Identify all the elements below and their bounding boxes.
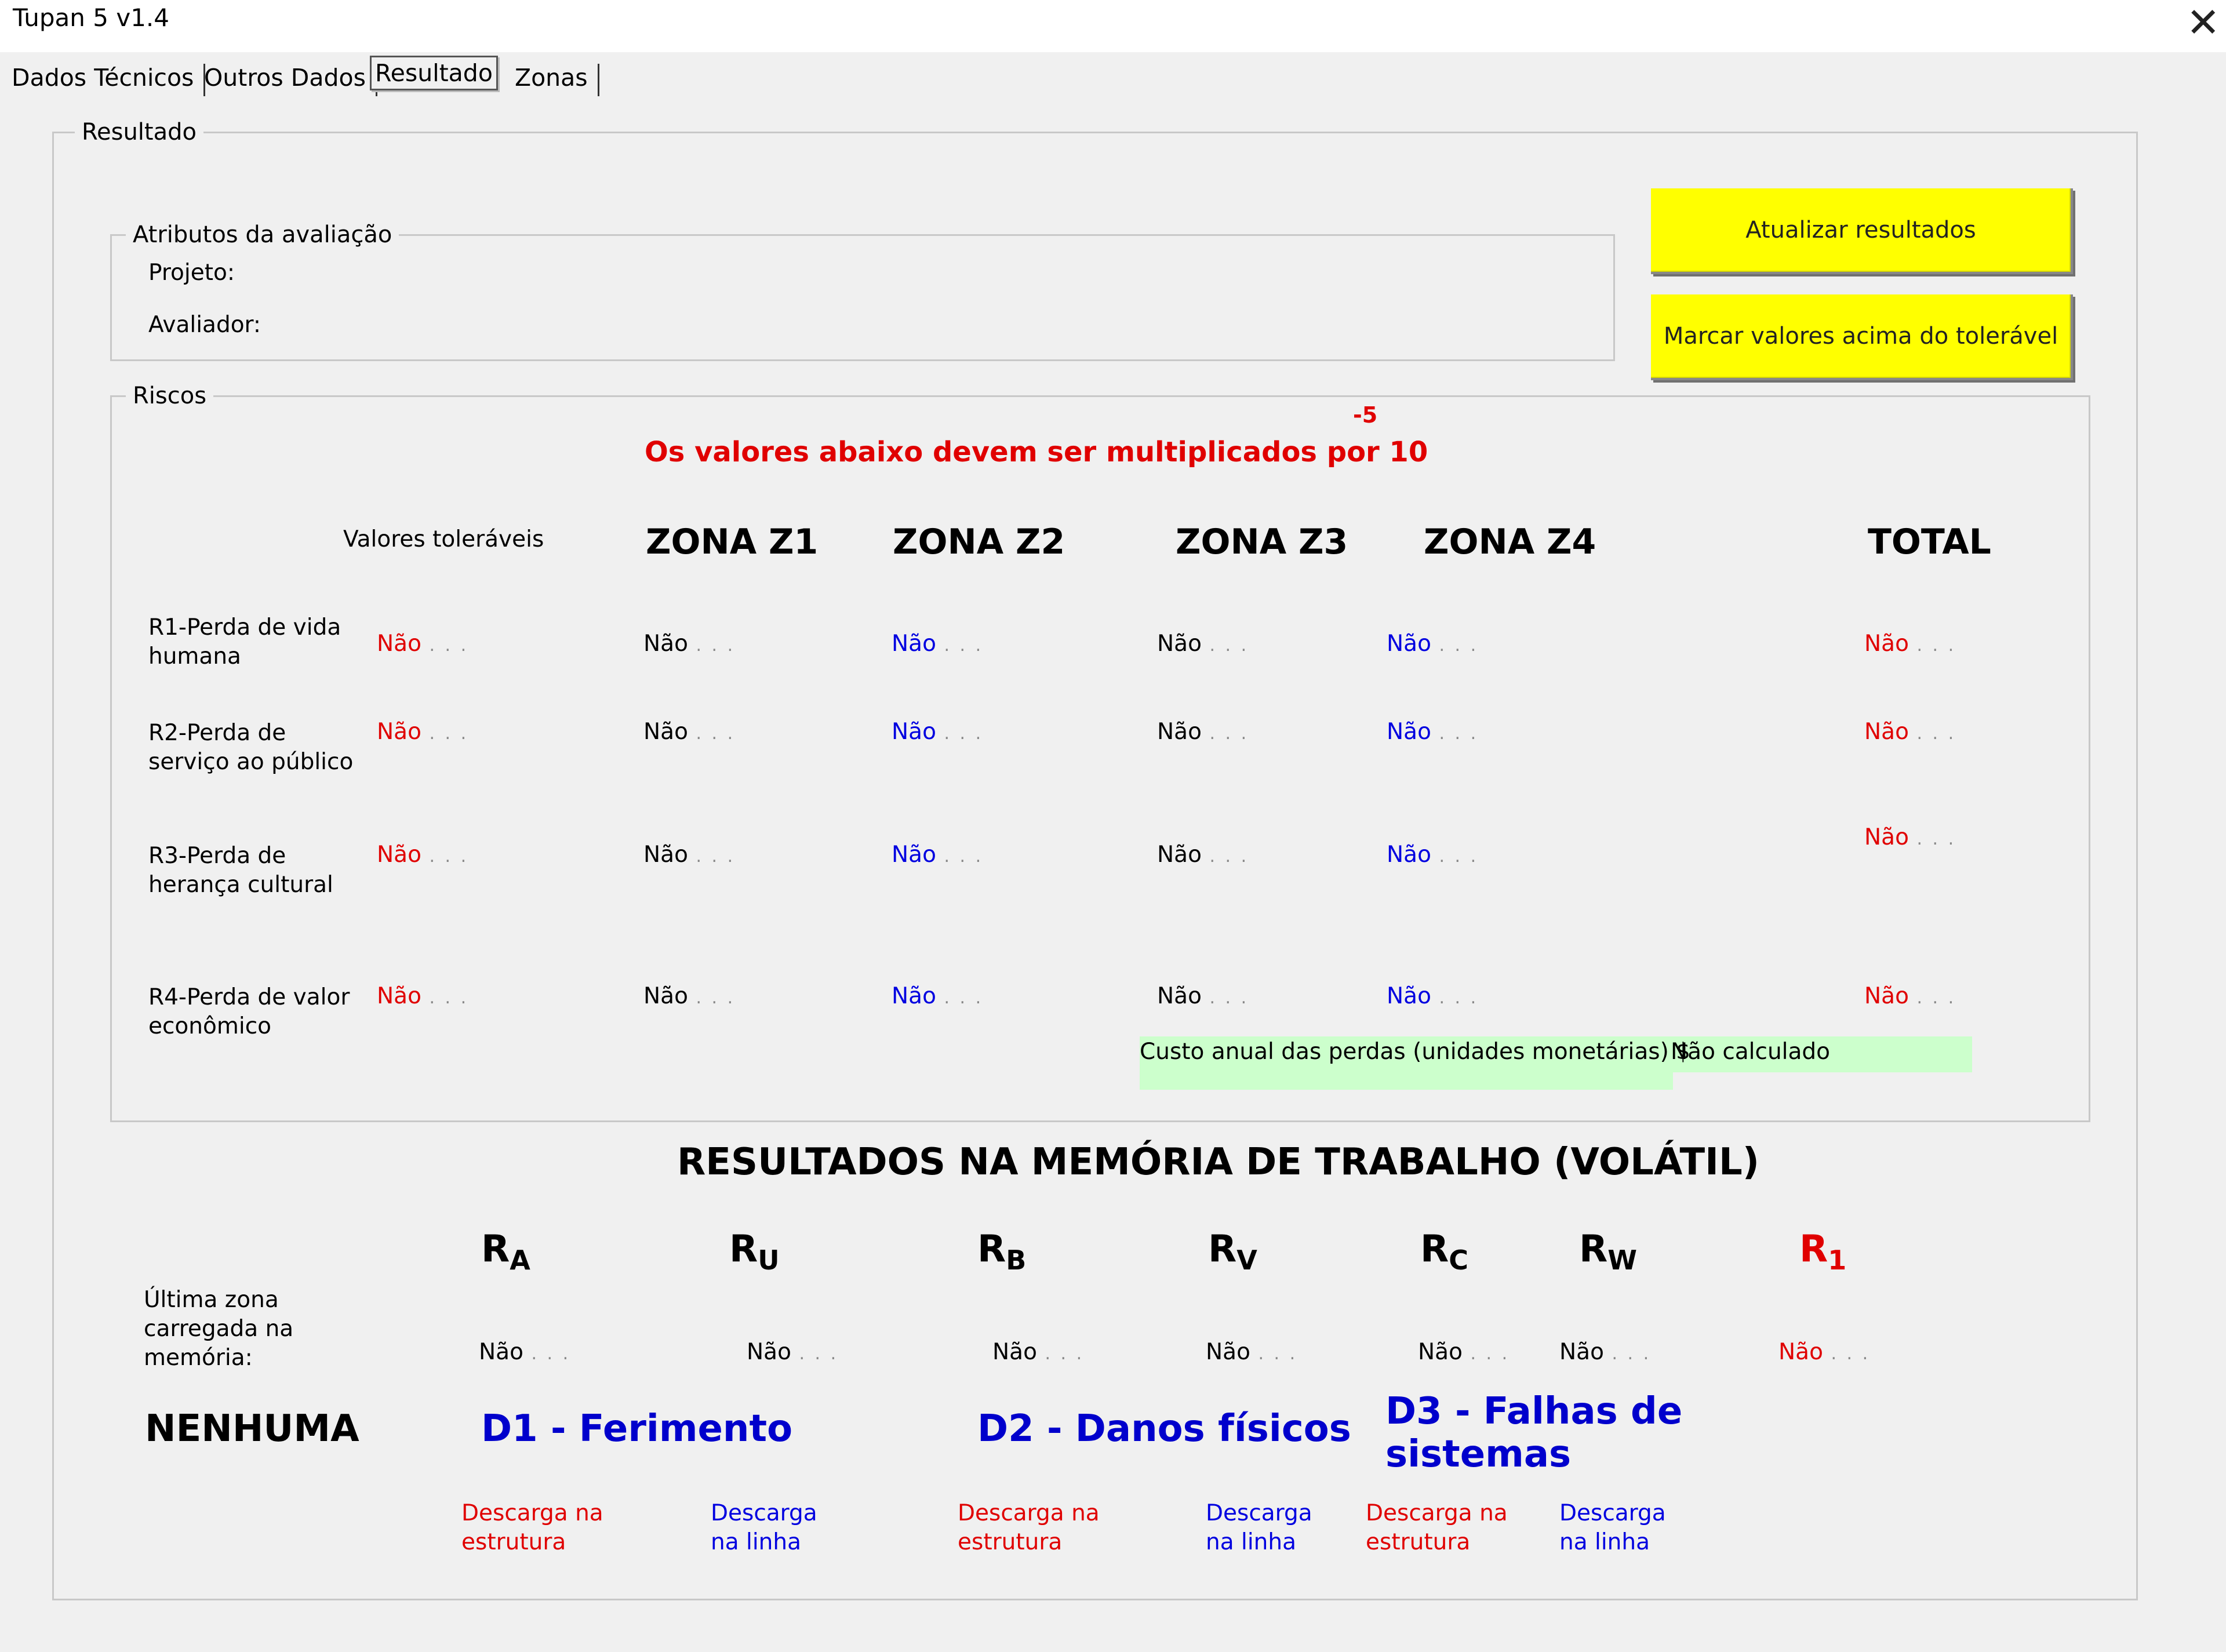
risk-row-label-r1: R1-Perda de vida humana bbox=[148, 614, 341, 669]
r1-z1-value: Não bbox=[643, 631, 735, 657]
d3-discharge-structure: Descarga na estrutura bbox=[1366, 1500, 1508, 1555]
r3-z1-value: Não bbox=[643, 842, 735, 868]
d2-title: D2 - Danos físicos bbox=[977, 1407, 1351, 1450]
rw-label: RW bbox=[1579, 1228, 1638, 1276]
risk-row-label-r3: R3-Perda de herança cultural bbox=[148, 843, 333, 898]
projeto-label: Projeto: bbox=[148, 260, 235, 286]
zone-z3-header: ZONA Z3 bbox=[1176, 522, 1348, 562]
r3-z3-value: Não bbox=[1157, 842, 1249, 868]
ru-label: RU bbox=[729, 1228, 780, 1276]
d3-title: D3 - Falhas de sistemas bbox=[1385, 1390, 1683, 1476]
d1-discharge-line: Descarga na linha bbox=[711, 1500, 817, 1555]
rb-label: RB bbox=[977, 1228, 1027, 1276]
risk-row-label-r2: R2-Perda de serviço ao público bbox=[148, 720, 354, 775]
r2-tolerable-value: Não bbox=[377, 719, 468, 745]
atributos-legend: Atributos da avaliação bbox=[133, 221, 392, 248]
close-icon[interactable]: ✕ bbox=[2186, 0, 2220, 49]
rv-label: RV bbox=[1208, 1228, 1257, 1276]
zone-z4-header: ZONA Z4 bbox=[1424, 522, 1596, 562]
avaliador-label: Avaliador: bbox=[148, 312, 261, 338]
r4-z2-value: Não bbox=[892, 983, 983, 1009]
multiplier-exponent: -5 bbox=[1353, 402, 1378, 428]
last-zone-label: Última zona carregada na memória: bbox=[144, 1287, 294, 1371]
rw-value: Não bbox=[1559, 1339, 1651, 1365]
r1-z4-value: Não bbox=[1387, 631, 1478, 657]
multiplier-note: Os valores abaixo devem ser multiplicado… bbox=[645, 436, 1428, 468]
annual-cost-value: Não calculado bbox=[1671, 1039, 1831, 1065]
r2-z4-value: Não bbox=[1387, 719, 1478, 745]
r3-z4-value: Não bbox=[1387, 842, 1478, 868]
mark-above-tolerable-button[interactable]: Marcar valores acima do tolerável bbox=[1651, 294, 2073, 380]
r1-total-value: Não bbox=[1864, 631, 1956, 657]
d3-discharge-line: Descarga na linha bbox=[1559, 1500, 1666, 1555]
ra-value: Não bbox=[479, 1339, 570, 1365]
tab-resultado[interactable]: Resultado bbox=[370, 56, 498, 90]
r3-z2-value: Não bbox=[892, 842, 983, 868]
rv-value: Não bbox=[1206, 1339, 1297, 1365]
last-zone-value: NENHUMA bbox=[145, 1407, 359, 1450]
tab-dados-tecnicos[interactable]: Dados Técnicos bbox=[8, 60, 206, 96]
ru-value: Não bbox=[747, 1339, 838, 1365]
title-bar: Tupan 5 v1.4 ✕ bbox=[0, 0, 2226, 52]
rc-value: Não bbox=[1418, 1339, 1510, 1365]
tab-outros-dados[interactable]: Outros Dados bbox=[201, 60, 377, 96]
tab-strip: Dados Técnicos Outros Dados Resultado Zo… bbox=[0, 56, 2226, 100]
riscos-legend: Riscos bbox=[133, 383, 207, 409]
annual-cost-label: Custo anual das perdas (unidades monetár… bbox=[1140, 1039, 1690, 1065]
r4-z3-value: Não bbox=[1157, 983, 1249, 1009]
r3-tolerable-value: Não bbox=[377, 842, 468, 868]
r4-total-value: Não bbox=[1864, 983, 1956, 1009]
d1-discharge-structure: Descarga na estrutura bbox=[461, 1500, 603, 1555]
window-title: Tupan 5 v1.4 bbox=[13, 3, 169, 32]
rb-value: Não bbox=[992, 1339, 1084, 1365]
riscos-group: Riscos bbox=[110, 383, 2090, 1122]
update-results-button[interactable]: Atualizar resultados bbox=[1651, 188, 2073, 274]
d2-discharge-structure: Descarga na estrutura bbox=[958, 1500, 1100, 1555]
tolerable-header: Valores toleráveis bbox=[343, 526, 544, 552]
zone-z2-header: ZONA Z2 bbox=[893, 522, 1065, 562]
r2-total-value: Não bbox=[1864, 719, 1956, 745]
r2-z1-value: Não bbox=[643, 719, 735, 745]
r2-z3-value: Não bbox=[1157, 719, 1249, 745]
r1-tolerable-value: Não bbox=[377, 631, 468, 657]
r1-component-value: Não bbox=[1778, 1339, 1870, 1365]
atributos-group: Atributos da avaliação bbox=[110, 221, 1615, 361]
r1-z3-value: Não bbox=[1157, 631, 1249, 657]
d2-discharge-line: Descarga na linha bbox=[1206, 1500, 1312, 1555]
r2-z2-value: Não bbox=[892, 719, 983, 745]
d1-title: D1 - Ferimento bbox=[481, 1407, 793, 1450]
total-header: TOTAL bbox=[1868, 522, 1991, 562]
risk-row-label-r4: R4-Perda de valor econômico bbox=[148, 984, 350, 1039]
resultado-legend: Resultado bbox=[82, 119, 197, 145]
r4-tolerable-value: Não bbox=[377, 983, 468, 1009]
tab-zonas[interactable]: Zonas bbox=[511, 60, 599, 96]
zone-z1-header: ZONA Z1 bbox=[646, 522, 819, 562]
r3-total-value: Não bbox=[1864, 824, 1956, 850]
r4-z1-value: Não bbox=[643, 983, 735, 1009]
r1-component-label: R1 bbox=[1799, 1228, 1847, 1276]
ra-label: RA bbox=[481, 1228, 530, 1276]
memory-section-title: RESULTADOS NA MEMÓRIA DE TRABALHO (VOLÁT… bbox=[677, 1141, 1759, 1184]
r1-z2-value: Não bbox=[892, 631, 983, 657]
r4-z4-value: Não bbox=[1387, 983, 1478, 1009]
rc-label: RC bbox=[1420, 1228, 1469, 1276]
